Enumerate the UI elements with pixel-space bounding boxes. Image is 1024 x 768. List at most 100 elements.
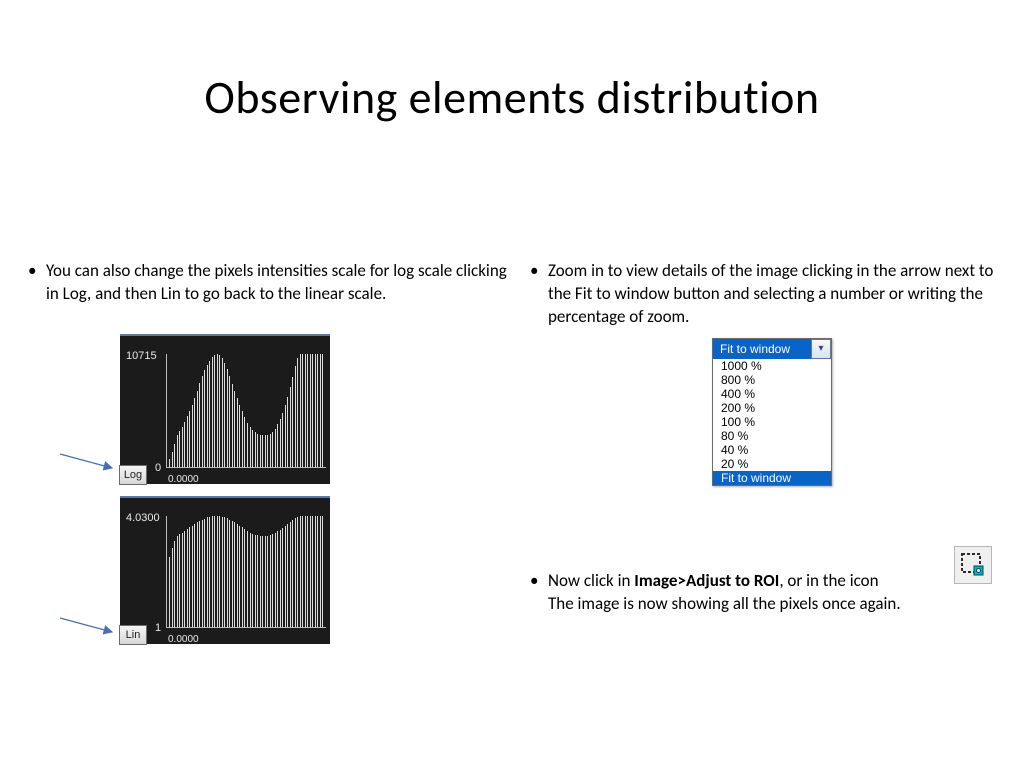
histogram-bar <box>217 354 218 467</box>
histogram-bar <box>300 354 301 467</box>
histogram-bar <box>247 423 248 467</box>
histogram-bar <box>282 413 283 467</box>
histogram-bar <box>212 516 213 627</box>
histogram-bar <box>212 357 213 467</box>
zoom-option[interactable]: 80 % <box>713 429 831 443</box>
histogram-bar <box>169 557 170 627</box>
hist1-plot <box>166 354 326 468</box>
hist2-ymax: 4.0300 <box>126 512 160 524</box>
histogram-bar <box>280 419 281 467</box>
histogram-bar <box>227 369 228 467</box>
histogram-bar <box>275 533 276 627</box>
zoom-option[interactable]: 1000 % <box>713 359 831 373</box>
histogram-bar <box>317 516 318 627</box>
histogram-bar <box>312 354 313 467</box>
histogram-bar <box>232 384 233 467</box>
histogram-bar <box>234 522 235 627</box>
histogram-bar <box>302 516 303 627</box>
zoom-option[interactable]: 40 % <box>713 443 831 457</box>
zoom-option[interactable]: 800 % <box>713 373 831 387</box>
histogram-bar <box>292 520 293 627</box>
histogram-bar <box>285 526 286 627</box>
histogram-bar <box>320 354 321 467</box>
histogram-bar <box>267 536 268 627</box>
histogram-bar <box>199 521 200 627</box>
adjust-to-roi-icon[interactable] <box>954 546 992 584</box>
histogram-bar <box>184 422 185 467</box>
zoom-option[interactable]: 200 % <box>713 401 831 415</box>
histogram-bar <box>272 534 273 627</box>
arrow-to-log-icon <box>58 452 118 472</box>
histogram-bar <box>317 354 318 467</box>
histogram-bar <box>265 435 266 467</box>
bottom-bullet-bold: Image>Adjust to ROI <box>634 570 779 591</box>
histogram-bar <box>174 444 175 467</box>
histogram-bar <box>222 358 223 467</box>
histogram-bar <box>252 534 253 627</box>
histogram-bar <box>300 516 301 627</box>
zoom-option-list: 1000 %800 %400 %200 %100 %80 %40 %20 %Fi… <box>713 359 831 485</box>
histogram-bar <box>237 524 238 627</box>
histogram-bar <box>172 452 173 467</box>
chevron-down-icon[interactable]: ▾ <box>811 339 831 359</box>
histogram-bar <box>192 405 193 467</box>
histogram-bar <box>250 427 251 467</box>
histogram-bar <box>202 520 203 627</box>
histogram-bar <box>270 535 271 627</box>
histogram-bar <box>194 398 195 467</box>
histogram-bar <box>237 398 238 467</box>
zoom-option-highlighted[interactable]: Fit to window <box>713 471 831 485</box>
hist2-xmin: 0.0000 <box>168 634 199 645</box>
histogram-bar <box>244 529 245 627</box>
histogram-bar <box>265 536 266 627</box>
zoom-combo[interactable]: Fit to window ▾ 1000 %800 %400 %200 %100… <box>712 338 832 486</box>
lin-button[interactable]: Lin <box>119 625 147 645</box>
bottom-bullet: Now click in Image>Adjust to ROI, or in … <box>530 570 1010 616</box>
bottom-bullet-prefix: Now click in <box>548 570 634 591</box>
histogram-bar <box>199 383 200 467</box>
zoom-option[interactable]: 20 % <box>713 457 831 471</box>
histogram-bar <box>224 517 225 627</box>
histogram-bar <box>292 377 293 467</box>
histogram-bar <box>209 517 210 627</box>
histogram-bar <box>229 376 230 467</box>
log-button[interactable]: Log <box>119 465 147 485</box>
histogram-bar <box>172 548 173 627</box>
histogram-bar <box>257 535 258 627</box>
zoom-option[interactable]: 100 % <box>713 415 831 429</box>
histogram-bar <box>239 405 240 467</box>
histogram-bar <box>270 434 271 467</box>
bottom-bullet-line2: The image is now showing all the pixels … <box>548 593 901 614</box>
histogram-bar <box>187 416 188 467</box>
bottom-bullet-mid: , or in the icon <box>779 570 878 591</box>
histogram-bar <box>194 524 195 627</box>
histogram-bar <box>227 518 228 627</box>
histogram-bar <box>219 355 220 467</box>
histogram-bar <box>232 521 233 627</box>
histogram-bar <box>209 361 210 468</box>
histogram-bar <box>174 541 175 627</box>
histogram-bar <box>207 517 208 627</box>
histogram-bar <box>255 432 256 467</box>
histogram-bar <box>282 528 283 627</box>
histogram-bar <box>224 363 225 467</box>
histogram-bar <box>305 354 306 467</box>
histogram-bar <box>217 516 218 627</box>
slide-title: Observing elements distribution <box>0 70 1024 126</box>
histogram-bar <box>290 522 291 628</box>
hist1-xmin: 0.0000 <box>168 474 199 485</box>
histogram-bar <box>197 391 198 467</box>
histogram-bar <box>244 417 245 467</box>
histogram-bar <box>297 517 298 627</box>
arrow-to-lin-icon <box>58 616 118 636</box>
histogram-bar <box>307 354 308 467</box>
histogram-bar <box>179 534 180 627</box>
histogram-bar <box>257 434 258 467</box>
histogram-bar <box>184 531 185 627</box>
histogram-bar <box>260 536 261 627</box>
histogram-bar <box>189 527 190 627</box>
zoom-selected[interactable]: Fit to window <box>713 339 811 359</box>
histogram-bar <box>169 459 170 467</box>
zoom-option[interactable]: 400 % <box>713 387 831 401</box>
histogram-log-panel: 4.0300 1 0.0000 Lin <box>120 496 330 644</box>
